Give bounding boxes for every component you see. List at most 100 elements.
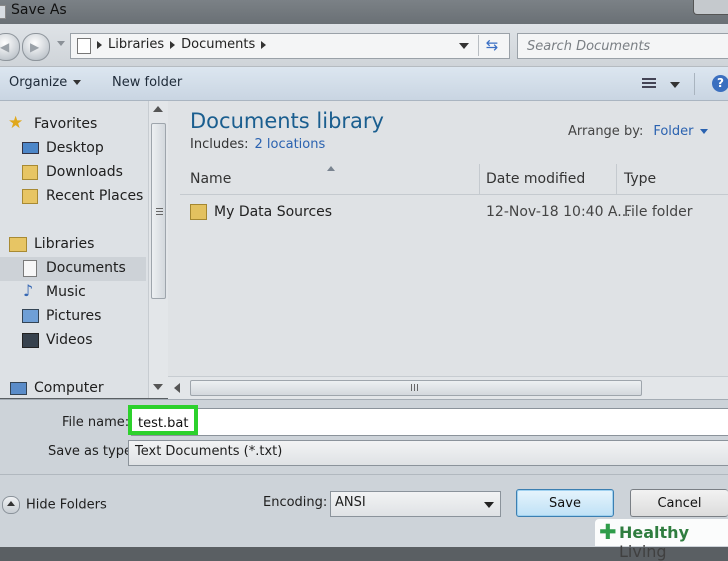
file-name-cell: My Data Sources — [214, 204, 333, 220]
column-divider[interactable] — [479, 164, 480, 194]
breadcrumb-libraries[interactable]: Libraries — [108, 37, 164, 52]
breadcrumb-arrow-icon[interactable] — [170, 40, 176, 49]
address-bar: ◀ ▶ Libraries Documents ⇆ — [0, 24, 728, 67]
divider — [0, 474, 728, 475]
close-button[interactable] — [693, 0, 728, 15]
chevron-down-icon[interactable] — [699, 129, 708, 134]
organize-label: Organize — [9, 75, 68, 90]
back-button[interactable]: ◀ — [0, 33, 20, 61]
nav-scrollbar[interactable] — [148, 101, 168, 398]
nav-item-pictures[interactable]: Pictures — [0, 305, 146, 329]
encoding-value: ANSI — [335, 495, 366, 510]
refresh-icon[interactable]: ⇆ — [478, 35, 505, 56]
forward-arrow-icon: ▶ — [30, 40, 40, 54]
arrange-by-label: Arrange by: — [568, 124, 644, 139]
breadcrumb-documents[interactable]: Documents — [181, 37, 255, 52]
plus-icon: ✚ — [599, 520, 617, 544]
back-arrow-icon: ◀ — [0, 40, 10, 54]
nav-item-videos[interactable]: Videos — [0, 329, 146, 353]
view-dropdown-icon[interactable] — [670, 82, 680, 88]
scrollbar-thumb[interactable] — [190, 380, 642, 396]
recent-pages-dropdown-icon[interactable] — [57, 41, 65, 46]
file-list-pane: Documents library Includes: 2 locations A… — [168, 101, 728, 398]
location-icon — [77, 38, 91, 54]
save-button[interactable]: Save — [516, 489, 614, 517]
nav-item-documents[interactable]: Documents — [0, 257, 146, 281]
chevron-up-icon — [2, 496, 20, 514]
chevron-down-icon — [73, 80, 82, 85]
arrange-by-dropdown[interactable]: Folder — [653, 124, 693, 139]
scroll-down-icon[interactable] — [153, 384, 163, 390]
date-modified-cell: 12-Nov-18 10:40 A... — [486, 204, 631, 220]
organize-button[interactable]: Organize — [9, 75, 82, 90]
nav-item-desktop[interactable]: Desktop — [0, 137, 146, 161]
grip-icon — [156, 208, 163, 216]
window-title: Save As — [11, 2, 67, 18]
watermark-brand-bold: Healthy — [619, 523, 689, 542]
breadcrumb-arrow-icon[interactable] — [261, 40, 267, 49]
help-icon[interactable]: ? — [712, 75, 728, 92]
toolbar: Organize New folder ? — [0, 67, 728, 101]
type-cell: File folder — [624, 204, 693, 220]
encoding-dropdown[interactable]: ANSI — [330, 491, 501, 517]
nav-item-label: Desktop — [46, 140, 104, 156]
column-header-name[interactable]: Name — [190, 171, 231, 187]
arrange-by: Arrange by: Folder — [568, 124, 708, 139]
hide-folders-label: Hide Folders — [26, 497, 107, 513]
watermark-logo: ✚ Healthy Living — [595, 519, 728, 561]
navigation-pane: ★ Favorites Desktop Downloads Recent Pla… — [0, 101, 168, 398]
address-box[interactable]: Libraries Documents ⇆ — [70, 33, 510, 59]
view-options-icon[interactable] — [642, 78, 656, 89]
nav-item-label: Pictures — [46, 308, 102, 324]
cancel-button[interactable]: Cancel — [630, 489, 728, 517]
forward-button[interactable]: ▶ — [22, 33, 50, 61]
save-as-type-label: Save as type: — [48, 444, 137, 459]
address-history-dropdown-icon[interactable] — [459, 43, 469, 49]
recent-places-icon — [22, 189, 38, 204]
hide-folders-button[interactable]: Hide Folders — [2, 496, 107, 514]
save-as-dialog: Save As ◀ ▶ Libraries Documents ⇆ Organi… — [0, 0, 728, 561]
nav-item-music[interactable]: ♪ Music — [0, 281, 146, 305]
watermark-text: Healthy Living — [619, 523, 728, 561]
app-icon — [0, 5, 6, 19]
breadcrumb: Libraries Documents — [97, 37, 267, 52]
column-header-type[interactable]: Type — [624, 171, 656, 187]
nav-item-computer[interactable]: Computer — [0, 377, 146, 401]
includes-locations-link[interactable]: 2 locations — [254, 137, 325, 152]
scroll-left-icon[interactable] — [174, 383, 180, 393]
includes-label: Includes: — [190, 137, 249, 152]
folder-icon — [190, 204, 207, 220]
nav-item-label: Videos — [46, 332, 93, 348]
nav-item-label: Recent Places — [46, 188, 144, 204]
watermark-brand-rest: Living — [619, 542, 667, 561]
nav-item-label: Favorites — [34, 116, 98, 132]
nav-item-label: Downloads — [46, 164, 123, 180]
new-folder-button[interactable]: New folder — [112, 75, 182, 90]
file-name-label: File name: — [62, 415, 130, 430]
toolbar-divider — [694, 73, 695, 95]
nav-item-label: Music — [46, 284, 86, 300]
search-box — [517, 33, 728, 59]
file-name-field[interactable] — [128, 405, 728, 436]
column-header-date[interactable]: Date modified — [486, 171, 585, 187]
file-row[interactable]: My Data Sources 12-Nov-18 10:40 A... Fil… — [180, 201, 728, 225]
computer-icon — [10, 382, 27, 395]
search-input[interactable] — [518, 34, 728, 58]
pictures-icon — [22, 309, 39, 323]
breadcrumb-arrow-icon[interactable] — [97, 40, 102, 49]
horizontal-scrollbar[interactable] — [168, 376, 728, 399]
nav-item-downloads[interactable]: Downloads — [0, 161, 146, 185]
scrollbar-thumb[interactable] — [151, 123, 166, 299]
nav-item-libraries[interactable]: Libraries — [0, 233, 146, 257]
videos-icon — [22, 333, 39, 348]
file-name-input[interactable] — [136, 412, 700, 434]
grip-icon — [411, 384, 419, 391]
chevron-down-icon — [484, 502, 494, 508]
nav-item-label: Libraries — [34, 236, 95, 252]
save-as-type-dropdown[interactable]: Text Documents (*.txt) — [128, 440, 728, 466]
documents-icon — [23, 260, 37, 277]
nav-item-favorites[interactable]: ★ Favorites — [0, 113, 146, 137]
scroll-up-icon[interactable] — [153, 106, 163, 112]
column-divider[interactable] — [616, 164, 617, 194]
nav-item-recent-places[interactable]: Recent Places — [0, 185, 146, 209]
